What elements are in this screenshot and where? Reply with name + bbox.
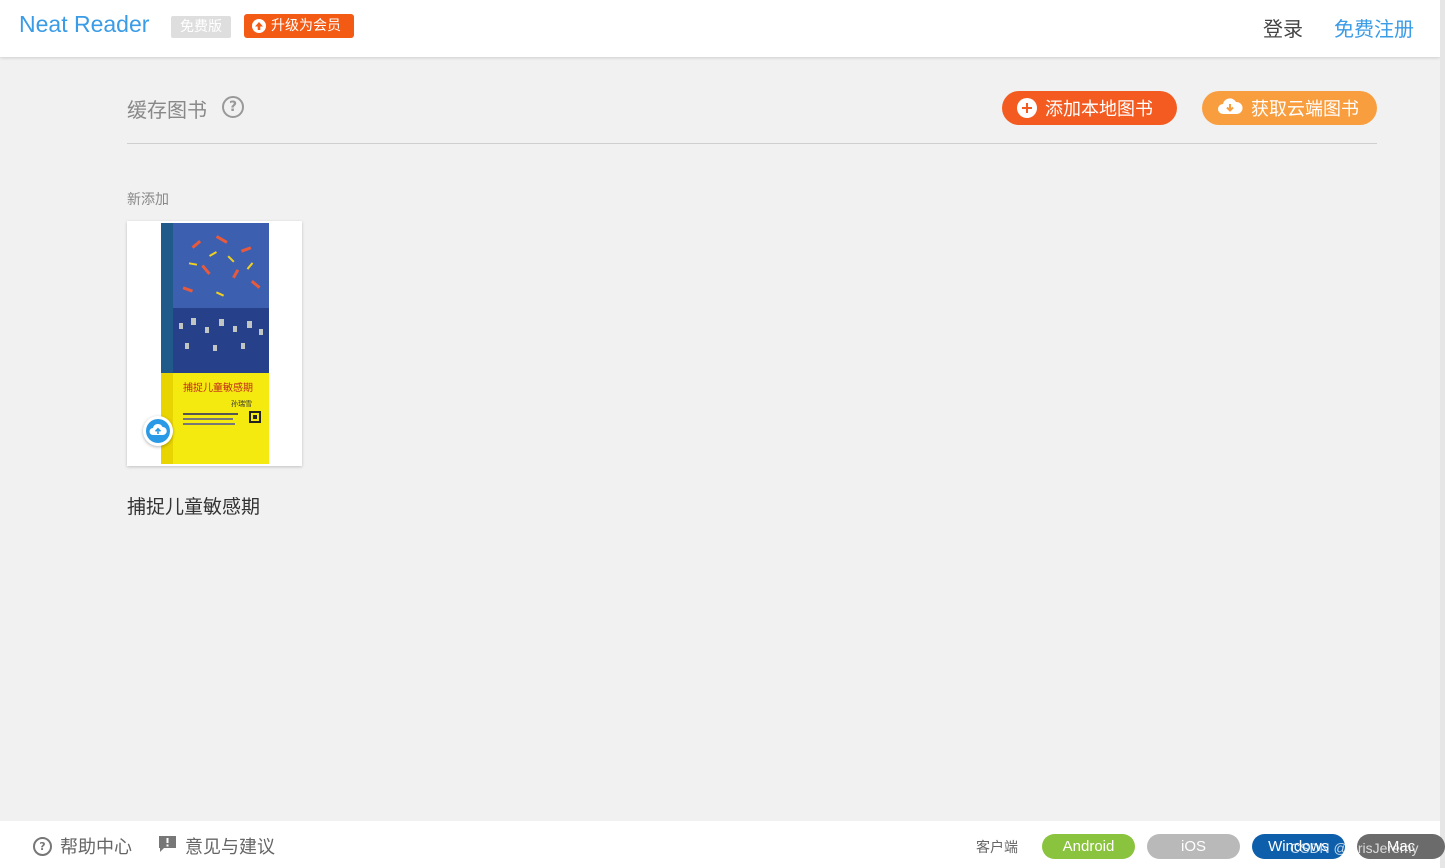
platform-android-button[interactable]: Android xyxy=(1042,834,1135,859)
feedback-label: 意见与建议 xyxy=(185,837,275,858)
feedback-link[interactable]: 意见与建议 xyxy=(158,833,275,859)
app-title[interactable]: Neat Reader xyxy=(19,11,149,38)
help-center-label: 帮助中心 xyxy=(60,837,132,858)
book-card[interactable]: 捕捉儿童敏感期 孙瑞雪 xyxy=(127,221,302,466)
plus-circle-icon xyxy=(1017,98,1037,118)
book-cover: 捕捉儿童敏感期 孙瑞雪 xyxy=(161,223,269,464)
platform-ios-button[interactable]: iOS xyxy=(1147,834,1240,859)
free-version-badge: 免费版 xyxy=(171,16,231,38)
platform-windows-button[interactable]: Windows xyxy=(1252,834,1345,859)
arrow-up-icon xyxy=(252,19,266,33)
group-label-new: 新添加 xyxy=(127,192,169,208)
scrollbar[interactable] xyxy=(1440,0,1445,868)
message-icon xyxy=(158,835,177,858)
help-circle-icon[interactable]: ? xyxy=(222,96,244,118)
platform-mac-button[interactable]: Mac xyxy=(1357,834,1445,859)
add-local-book-button[interactable]: 添加本地图书 xyxy=(1002,91,1177,125)
add-local-label: 添加本地图书 xyxy=(1045,99,1153,120)
upgrade-label: 升级为会员 xyxy=(271,18,341,34)
footer: ? 帮助中心 意见与建议 客户端 Android iOS Windows Mac… xyxy=(0,821,1445,868)
help-center-link[interactable]: ? 帮助中心 xyxy=(33,833,132,859)
get-cloud-label: 获取云端图书 xyxy=(1251,99,1359,120)
upgrade-button[interactable]: 升级为会员 xyxy=(244,14,354,38)
cloud-download-icon xyxy=(1217,96,1243,121)
client-label: 客户端 xyxy=(976,840,1018,856)
help-circle-icon: ? xyxy=(33,836,52,856)
cloud-upload-icon[interactable] xyxy=(143,416,173,446)
cover-author: 孙瑞雪 xyxy=(231,399,252,408)
login-link[interactable]: 登录 xyxy=(1263,13,1303,42)
get-cloud-book-button[interactable]: 获取云端图书 xyxy=(1202,91,1377,125)
section-divider xyxy=(127,143,1377,144)
cover-title: 捕捉儿童敏感期 xyxy=(183,381,253,394)
register-link[interactable]: 免费注册 xyxy=(1334,13,1414,42)
section-title: 缓存图书 xyxy=(127,98,207,122)
book-title[interactable]: 捕捉儿童敏感期 xyxy=(127,492,260,519)
top-bar: Neat Reader 免费版 升级为会员 登录 免费注册 xyxy=(0,0,1440,57)
